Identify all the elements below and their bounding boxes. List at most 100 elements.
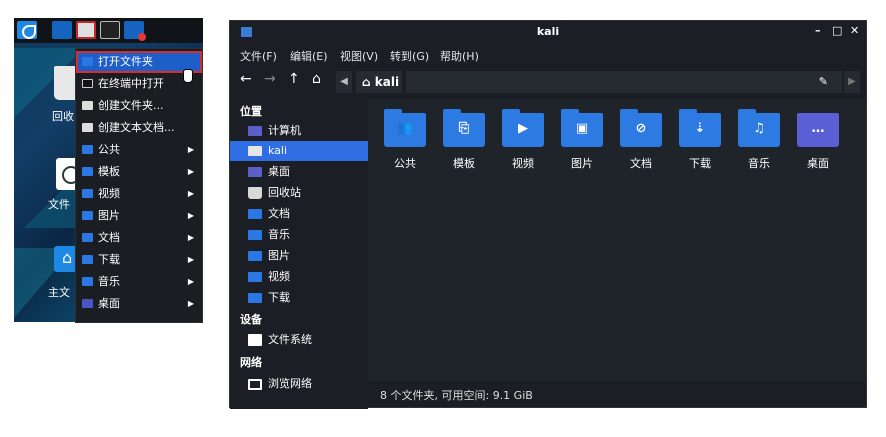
music-folder-icon: ♫ bbox=[738, 109, 780, 147]
folder-item-downloads[interactable]: ⇣ 下载 bbox=[673, 109, 727, 179]
videos-folder-icon: ▶ bbox=[502, 109, 544, 147]
menu-item-documents[interactable]: 文档 ▶ bbox=[76, 227, 202, 249]
music-icon bbox=[248, 230, 262, 240]
menu-item-desktop[interactable]: 桌面 ▶ bbox=[76, 293, 202, 315]
sidebar-item-kali[interactable]: kali bbox=[230, 141, 368, 161]
submenu-arrow-icon: ▶ bbox=[187, 233, 194, 242]
sidebar-item-label: 下载 bbox=[268, 291, 290, 304]
folder-label: 桌面 bbox=[807, 157, 829, 170]
menu-item-downloads[interactable]: 下载 ▶ bbox=[76, 249, 202, 271]
sidebar-item-documents[interactable]: 文档 bbox=[230, 204, 368, 224]
location-bar[interactable]: ✎ bbox=[406, 71, 842, 93]
forward-button[interactable]: → bbox=[264, 71, 276, 87]
folder-item-pictures[interactable]: ▣ 图片 bbox=[555, 109, 609, 179]
sidebar-item-browse-network[interactable]: 浏览网络 bbox=[230, 374, 368, 394]
folder-label: 下载 bbox=[689, 157, 711, 170]
desktop-folder-icon: … bbox=[797, 113, 839, 147]
sidebar-item-label: 计算机 bbox=[268, 124, 301, 137]
sidebar: 位置 计算机 kali 桌面 回收站 文档 音乐 图片 视频 下载 设备 文件系… bbox=[230, 99, 368, 409]
sidebar-item-label: kali bbox=[268, 144, 288, 157]
folder-label: 视频 bbox=[512, 157, 534, 170]
maximize-button[interactable]: □ bbox=[832, 24, 842, 37]
app-launcher-icon[interactable] bbox=[124, 21, 146, 41]
submenu-arrow-icon: ▶ bbox=[187, 211, 194, 220]
minimize-button[interactable]: – bbox=[815, 24, 821, 37]
sidebar-item-trash[interactable]: 回收站 bbox=[230, 183, 368, 203]
downloads-icon bbox=[248, 293, 262, 303]
desktop-icon-label: 文件 bbox=[48, 198, 70, 211]
breadcrumb-scroll-left[interactable]: ◀ bbox=[336, 71, 352, 93]
folder-item-templates[interactable]: ⎘ 模板 bbox=[437, 109, 491, 179]
sidebar-item-filesystem[interactable]: 文件系统 bbox=[230, 330, 368, 350]
taskbar bbox=[14, 18, 203, 43]
folder-item-public[interactable]: 👥 公共 bbox=[378, 109, 432, 179]
close-button[interactable]: ✕ bbox=[850, 24, 859, 37]
documents-icon bbox=[248, 209, 262, 219]
menu-item-templates[interactable]: 模板 ▶ bbox=[76, 161, 202, 183]
menu-item-label: 打开文件夹 bbox=[98, 55, 153, 68]
title-bar[interactable]: kali – □ ✕ bbox=[230, 21, 866, 43]
menu-item-new-folder[interactable]: 创建文件夹... bbox=[76, 95, 202, 117]
edit-location-icon[interactable]: ✎ bbox=[819, 75, 828, 88]
home-button[interactable]: ⌂ bbox=[312, 71, 321, 87]
submenu-arrow-icon: ▶ bbox=[187, 145, 194, 154]
folder-glyph: … bbox=[811, 121, 825, 136]
back-button[interactable]: ← bbox=[240, 71, 252, 87]
menu-item-public[interactable]: 公共 ▶ bbox=[76, 139, 202, 161]
menu-view[interactable]: 视图(V) bbox=[340, 48, 378, 64]
menu-file[interactable]: 文件(F) bbox=[240, 48, 277, 64]
folder-glyph: ♫ bbox=[753, 121, 765, 136]
submenu-arrow-icon: ▶ bbox=[187, 255, 194, 264]
terminal-icon[interactable] bbox=[100, 21, 120, 39]
sidebar-header-devices: 设备 bbox=[240, 313, 262, 326]
menu-item-new-document[interactable]: 创建文本文档... bbox=[76, 117, 202, 139]
menu-item-label: 创建文本文档... bbox=[98, 121, 175, 134]
sidebar-item-label: 桌面 bbox=[268, 165, 290, 178]
menu-item-label: 创建文件夹... bbox=[98, 99, 164, 112]
sidebar-item-pictures[interactable]: 图片 bbox=[230, 246, 368, 266]
menu-edit[interactable]: 编辑(E) bbox=[290, 48, 328, 64]
menu-item-music[interactable]: 音乐 ▶ bbox=[76, 271, 202, 293]
folder-label: 文档 bbox=[630, 157, 652, 170]
documents-folder-icon: ⊘ bbox=[620, 109, 662, 147]
submenu-arrow-icon: ▶ bbox=[187, 277, 194, 286]
computer-icon bbox=[248, 126, 262, 136]
menu-help[interactable]: 帮助(H) bbox=[440, 48, 479, 64]
trash-icon bbox=[248, 187, 262, 199]
folder-icon bbox=[82, 233, 93, 242]
sidebar-item-music[interactable]: 音乐 bbox=[230, 225, 368, 245]
folder-glyph: ⊘ bbox=[635, 121, 647, 136]
menu-go[interactable]: 转到(G) bbox=[390, 48, 429, 64]
file-manager-icon[interactable] bbox=[76, 21, 96, 39]
public-folder-icon: 👥 bbox=[384, 109, 426, 147]
menu-item-label: 在终端中打开 bbox=[98, 77, 164, 90]
menu-item-label: 图片 bbox=[98, 209, 120, 222]
folder-label: 模板 bbox=[453, 157, 475, 170]
sidebar-item-desktop[interactable]: 桌面 bbox=[230, 162, 368, 182]
show-desktop-icon[interactable] bbox=[52, 21, 72, 39]
folder-item-videos[interactable]: ▶ 视频 bbox=[496, 109, 550, 179]
folder-item-music[interactable]: ♫ 音乐 bbox=[732, 109, 786, 179]
file-view[interactable]: 👥 公共 ⎘ 模板 ▶ 视频 ▣ 图片 ⊘ 文档 ⇣ 下载 ♫ 音乐 … 桌面 bbox=[368, 99, 866, 381]
menu-item-label: 公共 bbox=[98, 143, 120, 156]
menu-item-pictures[interactable]: 图片 ▶ bbox=[76, 205, 202, 227]
sidebar-item-downloads[interactable]: 下载 bbox=[230, 288, 368, 308]
desktop-icon-label: 主文 bbox=[48, 286, 70, 299]
sidebar-item-computer[interactable]: 计算机 bbox=[230, 121, 368, 141]
sidebar-item-videos[interactable]: 视频 bbox=[230, 267, 368, 287]
menu-item-label: 文档 bbox=[98, 231, 120, 244]
kali-menu-icon[interactable] bbox=[17, 21, 37, 39]
breadcrumb-kali[interactable]: ⌂ kali bbox=[356, 71, 402, 93]
breadcrumb-scroll-right[interactable]: ▶ bbox=[844, 71, 860, 93]
context-menu: 打开文件夹 在终端中打开 创建文件夹... 创建文本文档... 公共 ▶ 模板 … bbox=[75, 48, 203, 323]
pictures-folder-icon: ▣ bbox=[561, 109, 603, 147]
folder-item-desktop[interactable]: … 桌面 bbox=[791, 109, 845, 179]
mouse-cursor-icon bbox=[183, 69, 193, 83]
folder-item-documents[interactable]: ⊘ 文档 bbox=[614, 109, 668, 179]
menu-item-videos[interactable]: 视频 ▶ bbox=[76, 183, 202, 205]
sidebar-item-label: 图片 bbox=[268, 249, 290, 262]
breadcrumb-label: kali bbox=[374, 75, 400, 89]
up-button[interactable]: ↑ bbox=[288, 71, 300, 87]
sidebar-item-label: 回收站 bbox=[268, 186, 301, 199]
sidebar-item-label: 视频 bbox=[268, 270, 290, 283]
